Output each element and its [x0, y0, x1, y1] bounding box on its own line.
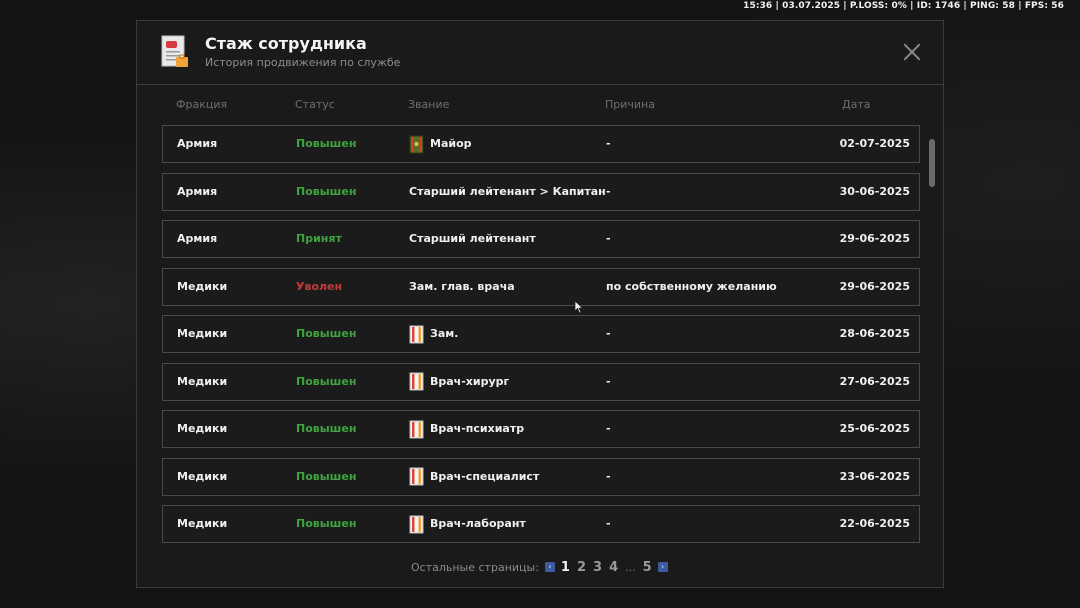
pagination-ellipsis: ...: [625, 560, 636, 574]
row-reason: -: [606, 422, 611, 435]
row-status: Повышен: [296, 327, 357, 340]
history-row[interactable]: Медики Повышен Врач-хирург - 27-06-2025: [162, 362, 920, 401]
row-reason: по собственному желанию: [606, 279, 777, 293]
row-date: 23-06-2025: [839, 469, 910, 483]
modal-header: Стаж сотрудника История продвижения по с…: [137, 21, 943, 85]
page-numbers: 1 2 3 4... 5: [561, 560, 652, 575]
mouse-cursor-icon: [574, 300, 584, 314]
row-status: Повышен: [296, 137, 357, 150]
chevron-right-icon[interactable]: ›: [657, 562, 668, 572]
row-date: 29-06-2025: [839, 232, 910, 245]
pagination-label: Остальные страницы:: [411, 560, 539, 574]
hud-status-bar: 15:36 | 03.07.2025 | P.LOSS: 0% | ID: 17…: [743, 1, 1064, 11]
history-list[interactable]: Армия Повышен Майор - 02-07-2025 Армия Повышен…: [162, 125, 920, 543]
chevron-left-icon[interactable]: ‹: [544, 562, 555, 572]
row-faction: Армия: [177, 232, 218, 245]
row-date: 28-06-2025: [839, 327, 910, 340]
medic-rank-icon: [409, 515, 424, 533]
row-faction: Медики: [177, 517, 228, 530]
row-rank: Майор: [409, 126, 472, 162]
row-faction: Медики: [177, 469, 228, 483]
row-faction: Армия: [177, 184, 218, 198]
medic-rank-icon: [409, 420, 424, 438]
history-row[interactable]: Медики Повышен Врач-лаборант - 22-06-2025: [162, 505, 920, 543]
page-link-5[interactable]: 5: [643, 560, 652, 575]
row-rank: Зам.: [409, 316, 458, 352]
history-row[interactable]: Армия Повышен Старший лейтенант > Капитан -…: [162, 172, 920, 211]
row-status: Повышен: [296, 374, 357, 388]
history-row[interactable]: Армия Повышен Майор - 02-07-2025: [162, 125, 920, 163]
row-rank: Старший лейтенант > Капитан: [409, 174, 606, 210]
row-rank-label: Старший лейтенант: [409, 232, 536, 245]
row-status: Повышен: [296, 422, 357, 435]
scrollbar-thumb[interactable]: [929, 139, 935, 187]
row-faction: Медики: [177, 279, 228, 293]
history-row[interactable]: Медики Повышен Врач-специалист - 23-06-2025: [162, 457, 920, 496]
row-status: Принят: [296, 232, 342, 245]
modal-title: Стаж сотрудника: [205, 34, 367, 53]
service-history-modal: Стаж сотрудника История продвижения по с…: [136, 20, 944, 588]
army-rank-icon: [409, 135, 424, 153]
row-status: Повышен: [296, 184, 357, 198]
row-date: 27-06-2025: [839, 374, 910, 388]
column-header-reason: Причина: [605, 98, 655, 111]
history-row[interactable]: Армия Принят Старший лейтенант - 29-06-2025: [162, 220, 920, 258]
row-status: Повышен: [296, 469, 357, 483]
row-rank-label: Врач-психиатр: [430, 422, 525, 435]
medic-rank-icon: [409, 372, 424, 391]
row-reason: -: [606, 137, 611, 150]
row-reason: -: [606, 184, 611, 198]
row-date: 02-07-2025: [839, 137, 910, 150]
row-rank-label: Зам. глав. врача: [409, 279, 515, 293]
row-date: 25-06-2025: [839, 422, 910, 435]
page-link-2[interactable]: 2: [577, 560, 586, 575]
row-rank-label: Врач-лаборант: [430, 517, 526, 530]
row-rank: Старший лейтенант: [409, 221, 536, 257]
row-reason: -: [606, 374, 611, 388]
row-rank-label: Зам.: [430, 327, 459, 340]
row-reason: -: [606, 327, 611, 340]
row-faction: Армия: [177, 137, 218, 150]
row-rank-label: Врач-специалист: [430, 469, 540, 483]
row-rank-label: Старший лейтенант > Капитан: [409, 184, 606, 198]
column-header-status: Статус: [295, 98, 335, 111]
row-rank-label: Врач-хирург: [430, 374, 510, 388]
row-reason: -: [606, 517, 611, 530]
row-status: Повышен: [296, 517, 357, 530]
column-header-date: Дата: [842, 98, 871, 111]
row-date: 29-06-2025: [839, 279, 910, 293]
modal-subtitle: История продвижения по службе: [205, 56, 401, 69]
close-icon[interactable]: [903, 43, 921, 61]
page-link-4[interactable]: 4: [609, 560, 618, 575]
row-faction: Медики: [177, 327, 228, 340]
history-row[interactable]: Медики Уволен Зам. глав. врача по собственн…: [162, 267, 920, 306]
document-icon: [161, 35, 188, 67]
row-rank: Врач-хирург: [409, 364, 509, 400]
row-rank-label: Майор: [430, 137, 472, 150]
row-reason: -: [606, 232, 611, 245]
row-rank: Врач-специалист: [409, 459, 539, 495]
pagination: Остальные страницы: ‹ 1 2 3 4... 5 ›: [411, 558, 668, 576]
medic-rank-icon: [409, 325, 424, 343]
page-link-1[interactable]: 1: [561, 560, 570, 575]
history-row[interactable]: Медики Повышен Врач-психиатр - 25-06-2025: [162, 410, 920, 448]
row-rank: Зам. глав. врача: [409, 269, 515, 305]
history-row[interactable]: Медики Повышен Зам. - 28-06-2025: [162, 315, 920, 353]
column-header-rank: Звание: [408, 98, 450, 111]
row-reason: -: [606, 469, 611, 483]
page-link-3[interactable]: 3: [593, 560, 602, 575]
column-header-faction: Фракция: [176, 98, 228, 111]
row-rank: Врач-лаборант: [409, 506, 526, 542]
row-date: 30-06-2025: [839, 184, 910, 198]
row-date: 22-06-2025: [839, 517, 910, 530]
row-faction: Медики: [177, 374, 228, 388]
row-faction: Медики: [177, 422, 228, 435]
row-status: Уволен: [296, 279, 343, 293]
medic-rank-icon: [409, 467, 424, 486]
row-rank: Врач-психиатр: [409, 411, 524, 447]
